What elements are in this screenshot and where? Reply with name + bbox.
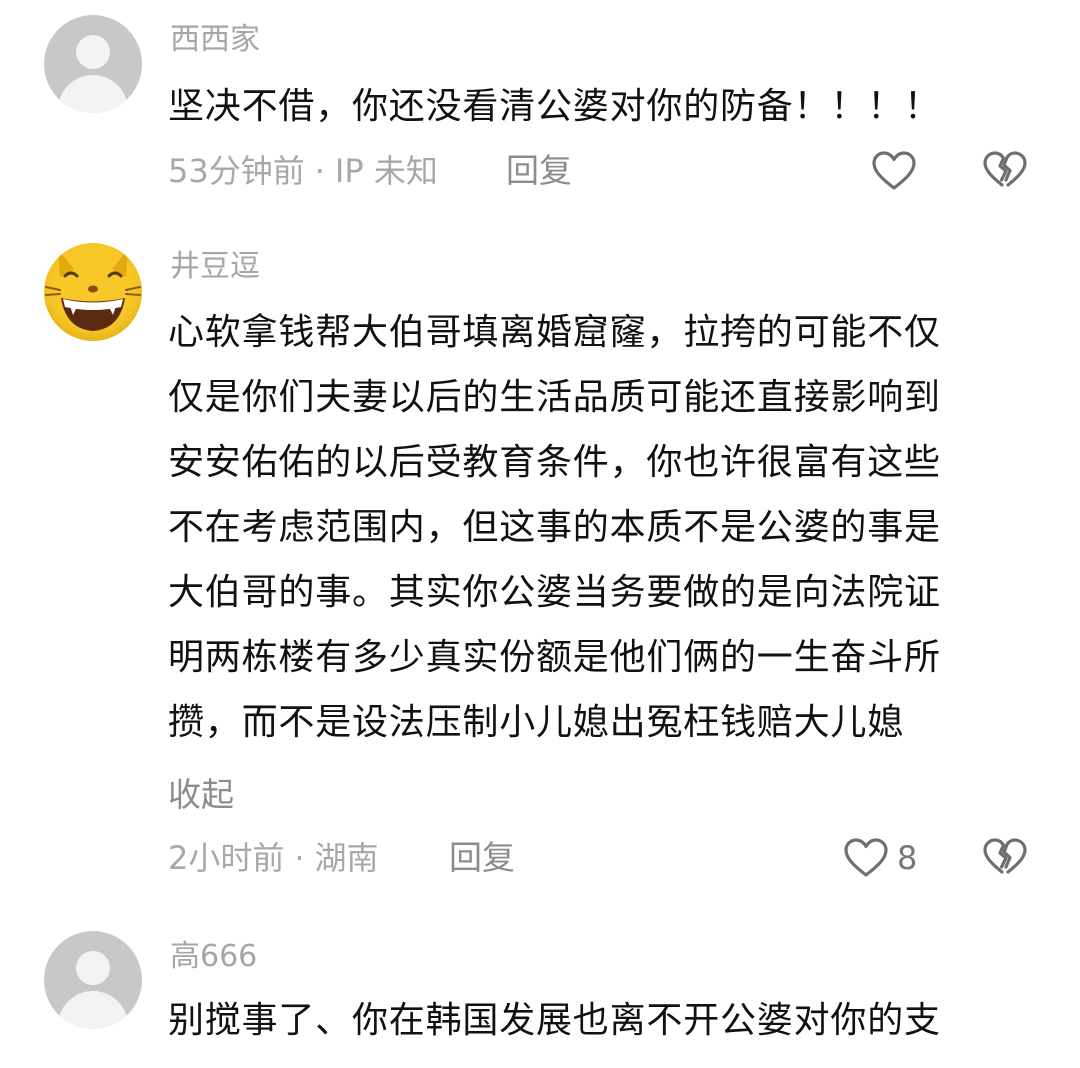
comment-username[interactable]: 高666 xyxy=(170,937,257,977)
comment-line: 别搅事了、你在韩国发展也离不开公婆对你的支 xyxy=(168,1000,941,1041)
comment-text: 别搅事了、你在韩国发展也离不开公婆对你的支 xyxy=(168,988,1038,1053)
comment-item: 高666 别搅事了、你在韩国发展也离不开公婆对你的支 xyxy=(0,0,1080,1068)
avatar-head-shape xyxy=(76,951,110,985)
avatar-body-shape xyxy=(58,991,128,1029)
avatar[interactable] xyxy=(44,931,142,1029)
